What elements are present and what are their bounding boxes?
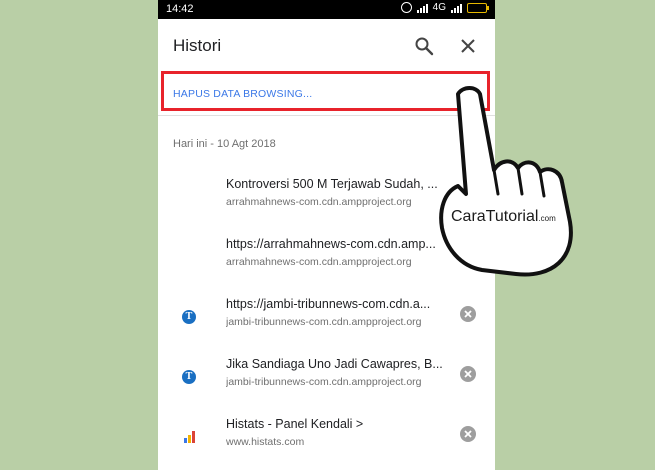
history-title: https://jambi-tribunnews-com.cdn.a... — [226, 297, 431, 311]
history-item[interactable]: Histats - Panel Kendali > www.histats.co… — [158, 408, 495, 468]
status-icons: 4G — [400, 2, 489, 13]
history-url: arrahmahnews-com.cdn.ampproject.org — [226, 256, 412, 268]
tribun-icon: T — [180, 308, 198, 326]
watermark-logo: CaraTutorial.com — [451, 208, 556, 225]
remove-icon[interactable] — [460, 366, 476, 382]
history-url: jambi-tribunnews-com.cdn.ampproject.org — [226, 316, 422, 328]
history-title: https://arrahmahnews-com.cdn.amp... — [226, 237, 436, 251]
remove-icon[interactable] — [460, 306, 476, 322]
history-title: Jika Sandiaga Uno Jadi Cawapres, B... — [226, 357, 442, 371]
alarm-icon — [400, 2, 412, 13]
histats-icon — [180, 428, 198, 446]
date-header: Hari ini - 10 Agt 2018 — [173, 138, 276, 150]
pointing-hand-icon — [439, 86, 573, 277]
history-url: jambi-tribunnews-com.cdn.ampproject.org — [226, 376, 422, 388]
signal-icon — [416, 3, 428, 13]
history-item[interactable]: T Jika Sandiaga Uno Jadi Cawapres, B... … — [158, 348, 495, 408]
status-bar: 14:42 4G — [158, 0, 495, 19]
network-type: 4G — [432, 2, 446, 13]
search-icon[interactable] — [414, 36, 434, 56]
close-icon[interactable] — [458, 36, 478, 56]
status-time: 14:42 — [166, 3, 194, 15]
clear-browsing-data-button[interactable]: HAPUS DATA BROWSING... — [173, 88, 312, 100]
tribun-icon: T — [180, 368, 198, 386]
remove-icon[interactable] — [460, 426, 476, 442]
history-title: Kontroversi 500 M Terjawab Sudah, ... — [226, 177, 438, 191]
battery-icon — [467, 2, 489, 13]
signal-icon-2 — [451, 3, 462, 13]
history-title: Histats - Panel Kendali > — [226, 417, 364, 431]
page-title: Histori — [173, 36, 222, 55]
app-bar: Histori — [158, 19, 495, 71]
history-url: www.histats.com — [226, 436, 305, 448]
history-url: arrahmahnews-com.cdn.ampproject.org — [226, 196, 412, 208]
history-item[interactable]: T https://jambi-tribunnews-com.cdn.a... … — [158, 288, 495, 348]
